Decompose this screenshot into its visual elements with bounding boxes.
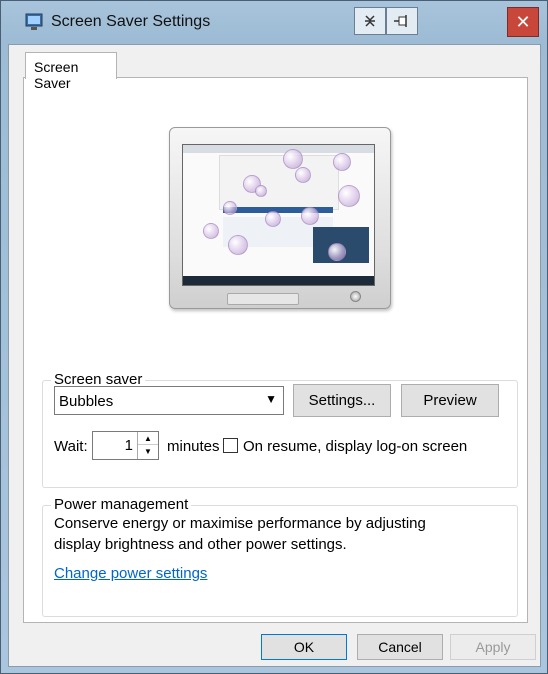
power-description-line2: display brightness and other power setti…	[54, 536, 347, 553]
preview-screen	[182, 144, 375, 286]
screen-saver-selected-value: Bubbles	[59, 393, 114, 410]
power-description-line1: Conserve energy or maximise performance …	[54, 515, 426, 532]
stepper-spin-buttons: ▲ ▼	[137, 432, 158, 459]
cancel-button[interactable]: Cancel	[357, 634, 443, 660]
chevron-down-icon: ▼	[265, 392, 277, 406]
window-title: Screen Saver Settings	[51, 13, 211, 30]
wait-minutes-stepper[interactable]: 1 ▲ ▼	[92, 431, 159, 460]
tab-screen-saver[interactable]: Screen Saver	[25, 52, 117, 91]
resume-logon-checkbox[interactable]	[223, 438, 238, 453]
collapse-button[interactable]	[354, 7, 386, 35]
pin-icon	[394, 15, 407, 27]
preview-taskbar	[183, 276, 374, 285]
monitor-stand	[227, 293, 299, 305]
preview-button[interactable]: Preview	[401, 384, 499, 417]
close-icon: ✕	[515, 11, 531, 32]
change-power-settings-link[interactable]: Change power settings	[54, 565, 207, 582]
stepper-up-icon[interactable]: ▲	[138, 432, 158, 445]
apply-button[interactable]: Apply	[450, 634, 536, 660]
power-management-group-label: Power management	[51, 496, 192, 513]
screen-saver-dropdown[interactable]: Bubbles ▼	[54, 386, 284, 415]
pin-button[interactable]	[386, 7, 418, 35]
minutes-label: minutes	[167, 438, 220, 455]
screen-saver-window: Screen Saver Settings ✕ Screen Saver Scr…	[0, 0, 548, 674]
title-bar[interactable]: Screen Saver Settings ✕	[1, 1, 547, 45]
wait-label: Wait:	[54, 438, 88, 455]
close-button[interactable]: ✕	[507, 7, 539, 37]
monitor-power-icon	[350, 291, 361, 302]
screen-saver-preview-monitor	[169, 127, 391, 309]
screen-saver-app-icon	[25, 13, 43, 30]
stepper-down-icon[interactable]: ▼	[138, 445, 158, 458]
settings-button[interactable]: Settings...	[293, 384, 391, 417]
ok-button[interactable]: OK	[261, 634, 347, 660]
dialog-client-area: Screen Saver Screen saver Power manageme…	[8, 44, 541, 667]
collapse-icon	[365, 15, 375, 27]
wait-minutes-value: 1	[124, 437, 133, 454]
resume-logon-label[interactable]: On resume, display log-on screen	[243, 438, 467, 455]
